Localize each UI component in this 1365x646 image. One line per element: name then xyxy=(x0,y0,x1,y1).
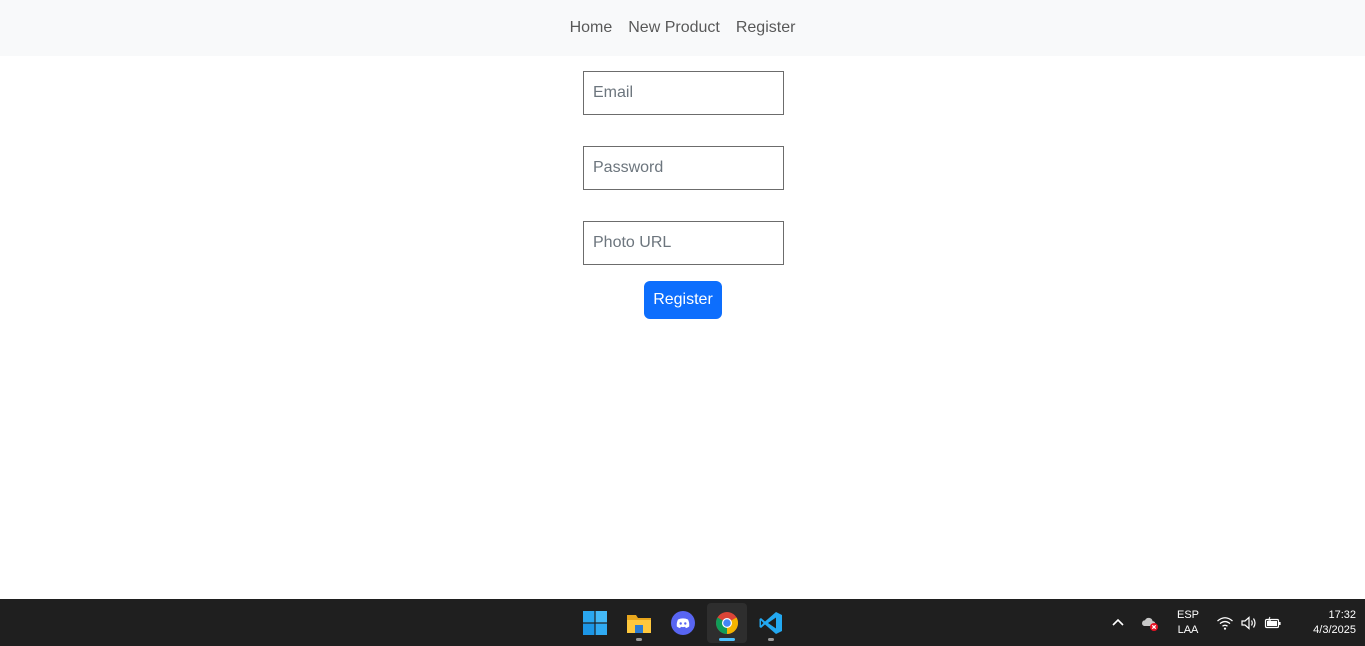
active-window-indicator xyxy=(719,638,735,641)
windows-taskbar xyxy=(0,599,1365,646)
wifi-icon[interactable] xyxy=(1216,614,1234,632)
taskbar-file-explorer[interactable] xyxy=(619,603,659,643)
running-indicator xyxy=(636,638,642,641)
taskbar-vscode[interactable] xyxy=(751,603,791,643)
nav-link-new-product[interactable]: New Product xyxy=(620,19,728,37)
photo-url-input[interactable] xyxy=(583,221,784,265)
clock-date: 4/3/2025 xyxy=(1313,624,1356,636)
clock[interactable]: 17:32 4/3/2025 xyxy=(1290,608,1356,638)
vscode-icon xyxy=(759,612,782,634)
discord-icon xyxy=(671,611,695,635)
running-indicator xyxy=(768,638,774,641)
keyboard-layout-code: LAA xyxy=(1177,624,1199,636)
email-input[interactable] xyxy=(583,71,784,115)
nav-link-register[interactable]: Register xyxy=(728,19,804,37)
windows-start-icon xyxy=(583,611,607,635)
onedrive-error-icon[interactable] xyxy=(1141,614,1159,632)
taskbar-chrome[interactable] xyxy=(707,603,747,643)
start-button[interactable] xyxy=(575,603,615,643)
register-button[interactable]: Register xyxy=(644,281,722,319)
input-language-indicator[interactable]: ESP LAA xyxy=(1170,608,1206,638)
password-input[interactable] xyxy=(583,146,784,190)
top-navbar: Home New Product Register xyxy=(0,0,1365,56)
battery-charging-icon[interactable] xyxy=(1264,614,1282,632)
language-code: ESP xyxy=(1176,609,1199,621)
chrome-icon xyxy=(716,612,738,634)
file-explorer-icon xyxy=(627,615,651,633)
nav-link-home[interactable]: Home xyxy=(562,19,621,37)
volume-icon[interactable] xyxy=(1240,614,1258,632)
clock-time: 17:32 xyxy=(1328,609,1356,621)
taskbar-discord[interactable] xyxy=(663,603,703,643)
chevron-up-icon[interactable] xyxy=(1109,614,1127,632)
